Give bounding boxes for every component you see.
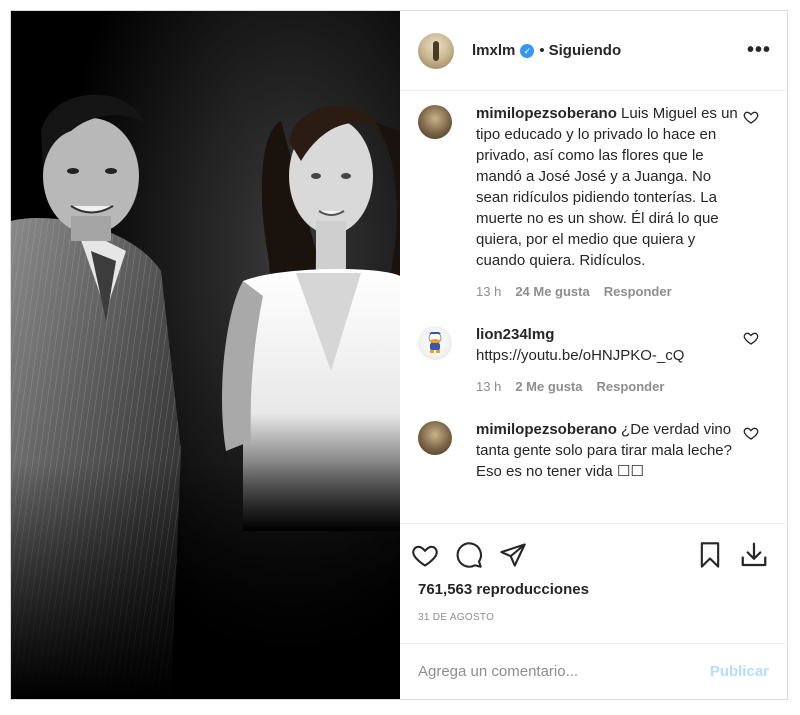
comment-like-icon[interactable] <box>743 425 759 441</box>
comment-time[interactable]: 13 h <box>476 376 501 397</box>
comment-username[interactable]: mimilopezsoberano <box>476 105 617 122</box>
comment-text: Luis Miguel es un tipo educado y lo priv… <box>476 105 738 269</box>
comment-username[interactable]: mimilopezsoberano <box>476 421 617 438</box>
like-button[interactable] <box>408 538 442 572</box>
comment-reply-button[interactable]: Responder <box>604 281 672 302</box>
comment-item: mimilopezsoberano ¿De verdad vino tanta … <box>418 419 771 482</box>
view-count[interactable]: 761,563 reproducciones <box>400 581 787 598</box>
comment-like-icon[interactable] <box>743 109 759 125</box>
commenter-avatar[interactable] <box>418 105 452 139</box>
comment-body: mimilopezsoberano Luis Miguel es un tipo… <box>476 103 738 302</box>
comment-button[interactable] <box>452 538 486 572</box>
comments-list[interactable]: mimilopezsoberano Luis Miguel es un tipo… <box>400 91 787 523</box>
comment-like-icon[interactable] <box>743 330 759 346</box>
post-photo <box>11 11 400 699</box>
download-button[interactable] <box>737 538 771 572</box>
save-button[interactable] <box>693 538 727 572</box>
comment-item: lion234lmg https://youtu.be/oHNJPKO-_cQ … <box>418 324 771 397</box>
comment-likes[interactable]: 2 Me gusta <box>515 376 582 397</box>
comment-item: mimilopezsoberano Luis Miguel es un tipo… <box>418 103 771 302</box>
header-separator: • <box>539 42 545 59</box>
post-image <box>11 11 400 699</box>
comment-body: lion234lmg https://youtu.be/oHNJPKO-_cQ … <box>476 324 738 397</box>
comment-body: mimilopezsoberano ¿De verdad vino tanta … <box>476 419 738 482</box>
heart-icon <box>412 545 438 567</box>
right-actions <box>693 538 771 572</box>
comment-likes[interactable]: 24 Me gusta <box>515 281 589 302</box>
bookmark-icon <box>700 541 720 568</box>
add-comment-bar: Publicar <box>400 643 787 699</box>
comment-input[interactable] <box>418 663 710 680</box>
publish-button[interactable]: Publicar <box>710 663 769 680</box>
comment-icon <box>456 541 482 568</box>
following-button[interactable]: Siguiendo <box>549 42 622 59</box>
comment-meta: 13 h 24 Me gusta Responder <box>476 281 738 302</box>
comment-reply-button[interactable]: Responder <box>597 376 665 397</box>
commenter-avatar[interactable] <box>418 421 452 455</box>
commenter-avatar[interactable] <box>418 326 452 360</box>
donald-duck-avatar-icon <box>428 332 442 353</box>
author-avatar[interactable] <box>418 32 454 69</box>
post-side-panel: lmxlm ✓ • Siguiendo ••• mimilopezsoberan… <box>400 11 787 699</box>
comment-meta: 13 h 2 Me gusta Responder <box>476 376 738 397</box>
verified-badge-icon: ✓ <box>520 43 535 58</box>
share-button[interactable] <box>496 538 530 572</box>
download-icon <box>741 542 767 566</box>
comment-time[interactable]: 13 h <box>476 281 501 302</box>
author-username[interactable]: lmxlm <box>472 42 515 59</box>
share-icon <box>500 542 526 567</box>
more-options-icon[interactable]: ••• <box>747 39 771 62</box>
post-header: lmxlm ✓ • Siguiendo ••• <box>400 11 787 91</box>
post-actions-bar <box>400 523 787 585</box>
instagram-post-modal: lmxlm ✓ • Siguiendo ••• mimilopezsoberan… <box>10 10 788 700</box>
comment-link[interactable]: https://youtu.be/oHNJPKO-_cQ <box>476 347 684 364</box>
comment-username[interactable]: lion234lmg <box>476 326 554 343</box>
post-date[interactable]: 31 DE AGOSTO <box>400 612 787 623</box>
